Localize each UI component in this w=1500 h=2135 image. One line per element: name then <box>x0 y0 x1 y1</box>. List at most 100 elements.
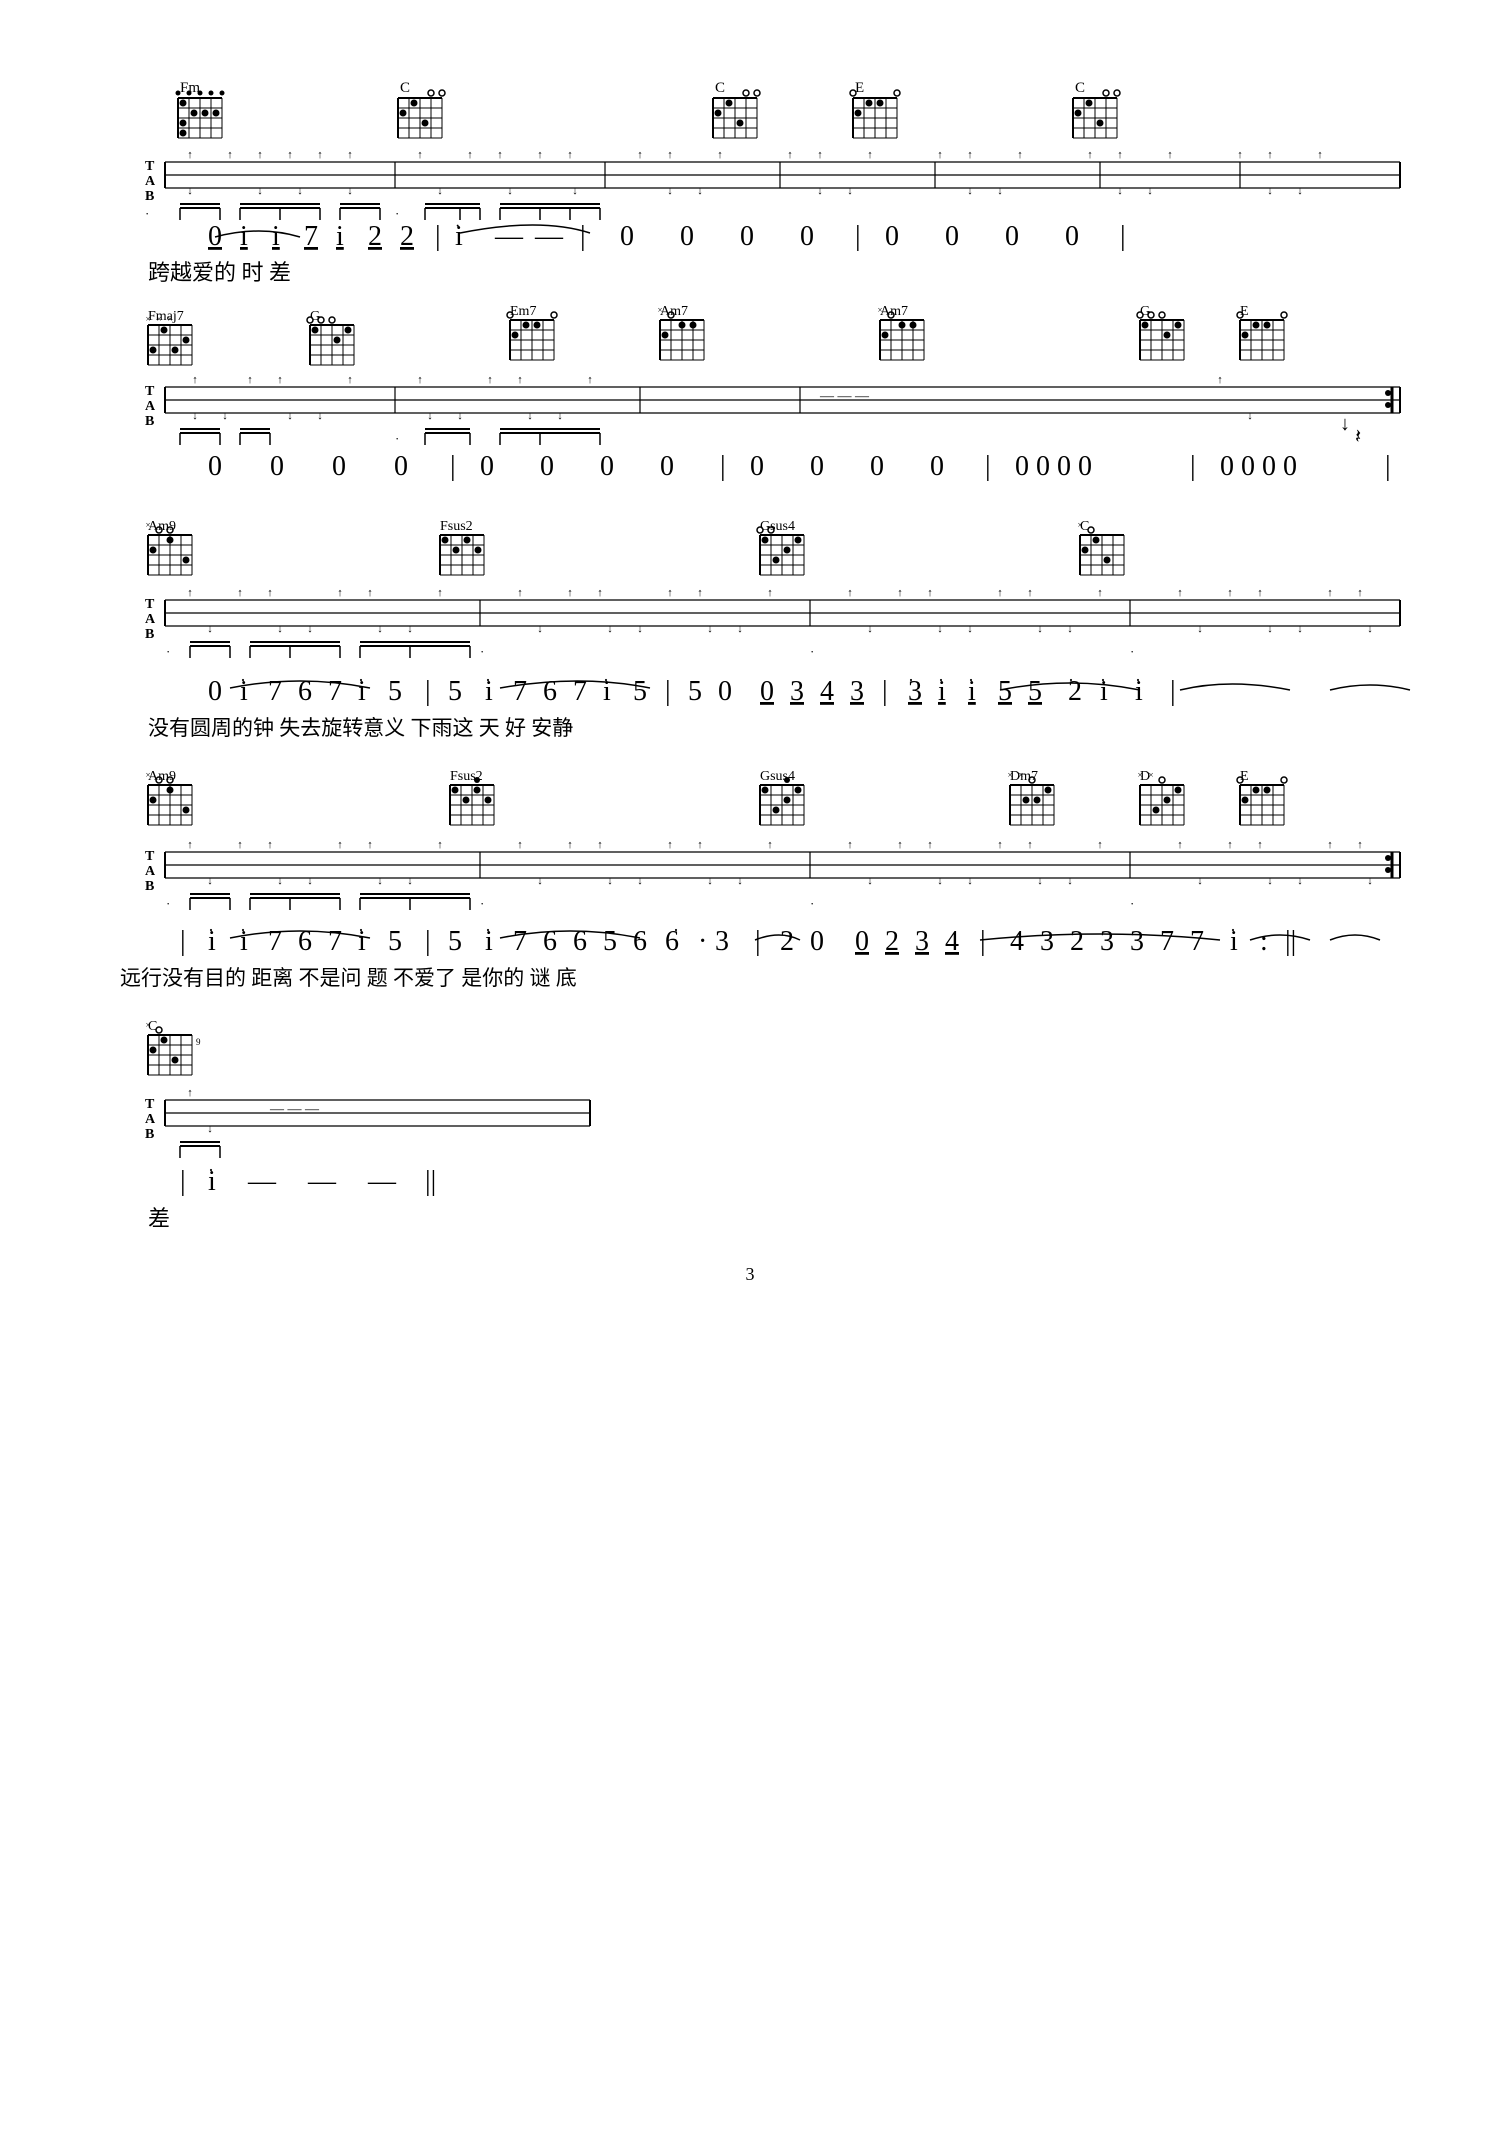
svg-text:↑: ↑ <box>1027 839 1033 851</box>
svg-text:↓: ↓ <box>507 185 513 197</box>
svg-text:i: i <box>485 926 493 957</box>
svg-text:||: || <box>1285 926 1296 957</box>
svg-text:↓: ↓ <box>407 875 413 887</box>
svg-text:↓: ↓ <box>307 875 313 887</box>
svg-text:7: 7 <box>513 926 527 957</box>
svg-text:6: 6 <box>298 926 312 957</box>
svg-text:0: 0 <box>810 451 824 482</box>
svg-text:i: i <box>208 1166 216 1197</box>
svg-text:↑: ↑ <box>247 374 253 386</box>
svg-text:↑: ↑ <box>1087 149 1093 161</box>
svg-text:B: B <box>145 879 154 894</box>
svg-text:2: 2 <box>368 221 382 252</box>
svg-text:↑: ↑ <box>337 839 343 851</box>
svg-text:↑: ↑ <box>517 374 523 386</box>
tab-staff-3: T A B ↑ ↓ ↑ ↑ ↓ ↓ ↑ ↑ ↓ ↓ ↑ ↑ <box>145 587 1400 659</box>
svg-text:5: 5 <box>388 676 402 707</box>
svg-text:3: 3 <box>1040 926 1054 957</box>
svg-text:6: 6 <box>543 676 557 707</box>
svg-text:0: 0 <box>750 451 764 482</box>
svg-text:0: 0 <box>930 451 944 482</box>
svg-text:↓: ↓ <box>1247 410 1253 422</box>
chord-diagram-fsus2-2 <box>450 777 494 825</box>
svg-text:↑: ↑ <box>267 587 273 599</box>
music-notation-svg: Fm <box>80 40 1420 2090</box>
svg-text:↓: ↓ <box>407 623 413 635</box>
svg-text:↓: ↓ <box>537 623 543 635</box>
svg-text:|: | <box>180 1166 186 1197</box>
svg-text:↓: ↓ <box>377 875 383 887</box>
svg-text:9: 9 <box>196 1037 201 1047</box>
svg-text:|: | <box>1170 676 1176 707</box>
lyrics-4: 远行没有目的 距离 不是问 题 不爱了 是你的 谜 底 <box>120 966 577 990</box>
svg-text:↑: ↑ <box>277 374 283 386</box>
svg-text:↑: ↑ <box>1327 839 1333 851</box>
svg-text:0: 0 <box>600 451 614 482</box>
svg-text:6: 6 <box>543 926 557 957</box>
svg-text:↑: ↑ <box>637 149 643 161</box>
svg-text:↑: ↑ <box>187 1087 193 1099</box>
svg-text:3: 3 <box>915 926 929 957</box>
chord-diagram-gsus4-1 <box>757 527 804 575</box>
svg-text:3: 3 <box>1100 926 1114 957</box>
tab-staff-4: T A B ↑ ↓ ↑ ↑ ↓ ↓ ↑ ↑ <box>145 839 1400 911</box>
svg-text:0: 0 <box>660 451 674 482</box>
svg-text:·: · <box>455 218 460 235</box>
svg-text:·: · <box>395 431 399 446</box>
svg-text:↑: ↑ <box>767 839 773 851</box>
svg-text:↓: ↓ <box>967 185 973 197</box>
svg-text:↓: ↓ <box>557 410 563 422</box>
svg-text:×: × <box>145 770 150 780</box>
svg-text:↑: ↑ <box>417 149 423 161</box>
svg-text:↑: ↑ <box>467 149 473 161</box>
svg-text:0: 0 <box>800 221 814 252</box>
svg-text:i: i <box>358 676 366 707</box>
svg-text:↓: ↓ <box>847 185 853 197</box>
svg-text:↑: ↑ <box>817 149 823 161</box>
svg-text:↑: ↑ <box>237 839 243 851</box>
svg-text:↓: ↓ <box>937 875 943 887</box>
svg-text:||: || <box>425 1166 436 1197</box>
svg-text:↓: ↓ <box>607 623 613 635</box>
svg-text:↑: ↑ <box>537 149 543 161</box>
svg-text:0: 0 <box>480 451 494 482</box>
svg-text:↓: ↓ <box>1067 623 1073 635</box>
svg-text:↓: ↓ <box>1297 623 1303 635</box>
svg-text:↓: ↓ <box>257 185 263 197</box>
svg-text:↑: ↑ <box>347 374 353 386</box>
chord-em7: Em7 <box>510 304 536 319</box>
svg-text:×: × <box>167 314 172 324</box>
svg-text:↓: ↓ <box>307 623 313 635</box>
lyrics-1: 跨越爱的 时 差 <box>148 260 291 285</box>
svg-text:i: i <box>240 221 248 252</box>
svg-text:A: A <box>145 1112 156 1127</box>
svg-text:↑: ↑ <box>667 149 673 161</box>
chord-name-c1: C <box>400 80 410 96</box>
svg-text:A: A <box>145 612 156 627</box>
page: Fm <box>0 0 1500 2135</box>
svg-text:|: | <box>425 926 431 957</box>
svg-text:3: 3 <box>908 676 922 707</box>
svg-text:i: i <box>208 926 216 957</box>
chord-diagram-g2 <box>1137 312 1184 360</box>
svg-text:0: 0 <box>620 221 634 252</box>
svg-text:↑: ↑ <box>937 149 943 161</box>
svg-text:↑: ↑ <box>697 839 703 851</box>
svg-text:↑: ↑ <box>997 587 1003 599</box>
svg-text:↓: ↓ <box>967 875 973 887</box>
svg-text:7: 7 <box>573 676 587 707</box>
tab-staff-1: T A B ↑ ↓ ↑ ↑ ↓ ↑ ↓ <box>145 149 1400 221</box>
svg-text:0: 0 <box>270 451 284 482</box>
svg-text:A: A <box>145 399 156 414</box>
svg-text:0: 0 <box>208 676 222 707</box>
chord-diagram-e <box>850 90 900 138</box>
svg-text:×: × <box>1077 520 1082 530</box>
svg-text:0: 0 <box>885 221 899 252</box>
svg-text:0: 0 <box>208 221 222 252</box>
svg-text:↑: ↑ <box>847 839 853 851</box>
svg-text:B: B <box>145 627 154 642</box>
svg-text:|: | <box>450 451 456 482</box>
svg-text:0: 0 <box>760 676 774 707</box>
svg-text:↑: ↑ <box>367 839 373 851</box>
svg-text:0: 0 <box>540 451 554 482</box>
